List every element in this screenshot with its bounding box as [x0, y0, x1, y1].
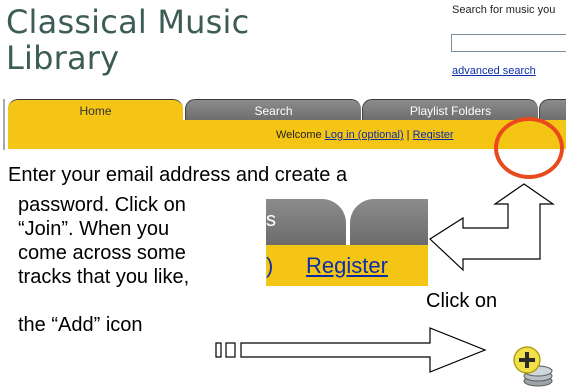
search-prompt: Search for music you: [452, 4, 556, 16]
zoomed-register-inset: s ) Register: [266, 199, 428, 286]
inset-paren: ): [266, 253, 274, 278]
tab-home[interactable]: Home: [8, 99, 183, 121]
instruction-line-4: come across some: [18, 242, 186, 264]
instruction-line-5: tracks that you like,: [18, 266, 190, 288]
login-link[interactable]: Log in (optional): [325, 129, 404, 141]
site-title-line2: Library: [6, 39, 120, 77]
search-input[interactable]: [451, 34, 566, 52]
add-to-playlist-icon[interactable]: [512, 345, 556, 389]
welcome-line: Welcome Log in (optional) | Register: [276, 129, 454, 141]
tab-search[interactable]: Search: [185, 99, 361, 121]
inset-tab-fragment: s: [266, 209, 276, 231]
register-link[interactable]: Register: [413, 129, 454, 141]
tab-playlist-folders[interactable]: Playlist Folders: [362, 99, 538, 121]
instruction-click-on: Click on: [426, 290, 498, 312]
site-header-screenshot: Classical Music Library Search for music…: [0, 0, 566, 150]
long-arrow: [240, 327, 487, 373]
advanced-search-link[interactable]: advanced search: [452, 65, 536, 77]
tab-bar: Home Search Playlist Folders Welcome Log…: [0, 99, 566, 150]
instruction-line-3: “Join”. When you: [18, 218, 170, 240]
elbow-arrow: [429, 183, 555, 272]
instruction-line-1: Enter your email address and create a: [8, 164, 348, 186]
inset-tab-left: [266, 199, 346, 245]
site-title: Classical Music Library: [6, 4, 306, 76]
dash-mark-1: [215, 342, 222, 358]
tab-more[interactable]: [539, 99, 566, 121]
inset-tab-right: [350, 199, 428, 245]
instruction-line-2: password. Click on: [18, 194, 186, 216]
register-highlight-circle: [494, 117, 564, 179]
site-title-line1: Classical Music: [6, 3, 250, 41]
welcome-text: Welcome: [276, 129, 322, 141]
link-separator: |: [406, 129, 410, 141]
tab-strip: Home Search Playlist Folders: [8, 99, 566, 121]
inset-register-link[interactable]: Register: [306, 253, 388, 279]
dash-mark-2: [225, 342, 236, 358]
instruction-line-7: the “Add” icon: [18, 314, 143, 336]
